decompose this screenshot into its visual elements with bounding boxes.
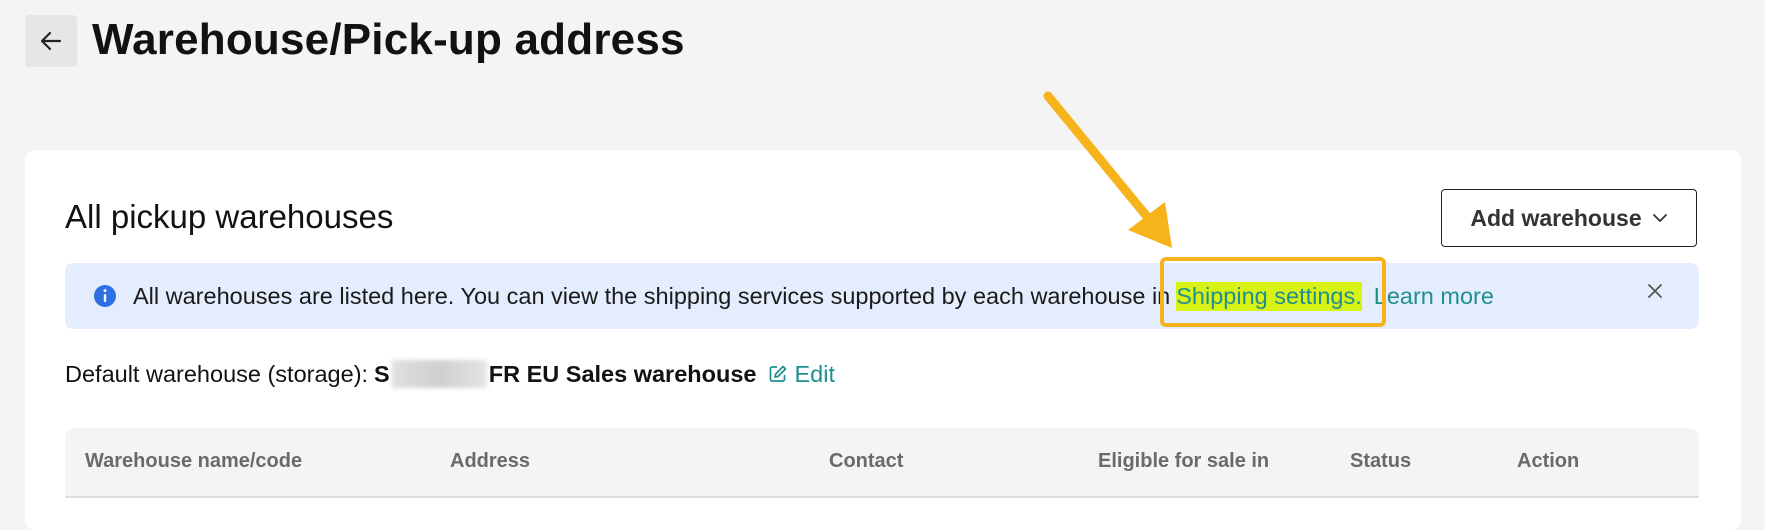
column-header-contact: Contact <box>829 450 904 472</box>
column-header-status: Status <box>1350 450 1412 472</box>
column-header-eligible: Eligible for sale in <box>1098 450 1270 472</box>
chevron-down-icon <box>1652 214 1667 223</box>
section-title: All pickup warehouses <box>65 198 394 235</box>
banner-text: All warehouses are listed here. You can … <box>133 282 1171 309</box>
annotation-highlight-box <box>1160 257 1386 327</box>
info-banner: All warehouses are listed here. You can … <box>65 263 1699 329</box>
column-header-warehouse: Warehouse name/code <box>85 450 303 472</box>
default-warehouse-name: FR EU Sales warehouse <box>488 360 757 387</box>
arrow-left-icon <box>40 31 62 51</box>
back-button[interactable] <box>25 15 77 67</box>
info-icon <box>93 284 117 308</box>
table-header: Warehouse name/code Address Contact Elig… <box>65 428 1699 498</box>
add-warehouse-label: Add warehouse <box>1470 204 1642 231</box>
edit-icon <box>770 365 787 382</box>
learn-more-link[interactable]: Learn more <box>1374 283 1494 310</box>
column-header-action: Action <box>1517 450 1580 472</box>
column-header-address: Address <box>450 450 531 472</box>
redacted-text <box>391 360 487 388</box>
edit-link[interactable]: Edit <box>768 361 835 388</box>
edit-label: Edit <box>794 360 835 387</box>
add-warehouse-button[interactable]: Add warehouse <box>1441 189 1697 247</box>
default-warehouse-prefix: S <box>374 360 390 387</box>
page-title: Warehouse/Pick-up address <box>92 15 685 64</box>
warehouses-card: All pickup warehouses Add warehouse All … <box>25 150 1741 530</box>
default-warehouse-row: Default warehouse (storage): S FR EU Sal… <box>65 360 835 388</box>
close-icon[interactable] <box>1647 283 1663 299</box>
default-warehouse-label: Default warehouse (storage): <box>65 360 369 387</box>
annotation-arrow-icon <box>1043 91 1172 248</box>
